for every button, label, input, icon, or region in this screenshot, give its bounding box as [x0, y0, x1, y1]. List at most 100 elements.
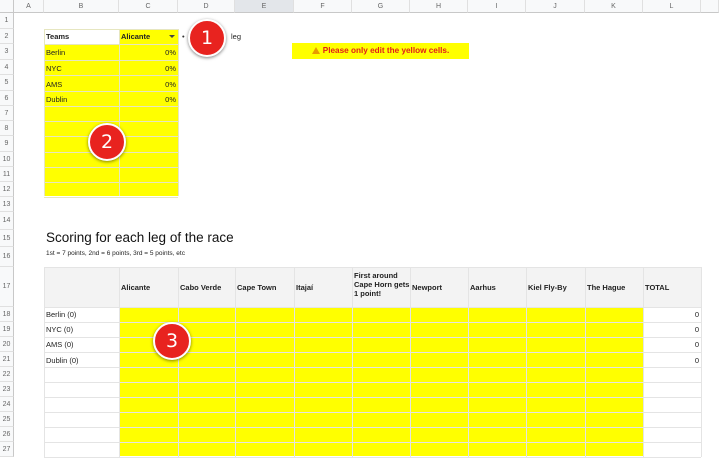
scoring-total: 0: [694, 340, 699, 349]
column-header-a[interactable]: A: [14, 0, 44, 13]
row-header[interactable]: 15: [0, 230, 14, 247]
grid-line: [44, 382, 701, 383]
row-header[interactable]: 24: [0, 397, 14, 412]
grid-line: [352, 267, 353, 457]
grid-line: [44, 182, 178, 183]
grid-line: [44, 44, 178, 45]
grid-line: [235, 267, 236, 457]
row-header[interactable]: 3: [0, 44, 14, 60]
row-header[interactable]: 9: [0, 136, 14, 152]
scoring-total: 0: [694, 310, 699, 319]
grid-line: [119, 29, 120, 196]
row-header[interactable]: 7: [0, 106, 14, 121]
callout-marker-3: 3: [153, 322, 191, 360]
teams-header: Teams: [46, 32, 70, 41]
row-header[interactable]: 18: [0, 307, 14, 322]
row-header[interactable]: 12: [0, 182, 14, 197]
grid-line: [643, 267, 644, 457]
grid-line: [44, 337, 701, 338]
grid-line: [44, 75, 178, 76]
row-header[interactable]: 26: [0, 427, 14, 442]
row-header[interactable]: 20: [0, 337, 14, 352]
grid-line: [44, 412, 701, 413]
column-header-e[interactable]: E: [235, 0, 294, 13]
scoring-header: Kiel Fly-By: [528, 283, 567, 292]
grid-line: [44, 322, 701, 323]
grid-line: [44, 106, 178, 107]
grid-line: [44, 307, 701, 308]
scoring-header: Aarhus: [470, 283, 496, 292]
row-header[interactable]: 14: [0, 212, 14, 230]
row-header[interactable]: 5: [0, 75, 14, 91]
row-header[interactable]: 1: [0, 13, 14, 29]
grid-line: [44, 367, 701, 368]
grid-line: [44, 167, 178, 168]
dropdown-arrow-icon[interactable]: [169, 35, 175, 38]
row-header[interactable]: 25: [0, 412, 14, 427]
scoring-team-name: Dublin (0): [46, 356, 79, 365]
grid-line: [701, 267, 702, 457]
scoring-header: TOTAL: [645, 283, 670, 292]
scoring-total: 0: [694, 325, 699, 334]
row-header[interactable]: 2: [0, 29, 14, 44]
team-name[interactable]: Dublin: [46, 95, 67, 104]
row-header[interactable]: 4: [0, 60, 14, 75]
section-title: Scoring for each leg of the race: [46, 230, 234, 245]
column-header-g[interactable]: G: [352, 0, 410, 13]
row-header[interactable]: 13: [0, 197, 14, 212]
row-header[interactable]: 23: [0, 382, 14, 397]
team-name[interactable]: AMS: [46, 80, 62, 89]
column-header-i[interactable]: I: [468, 0, 526, 13]
leg-label: leg: [231, 32, 242, 41]
grid-line: [44, 197, 178, 198]
scoring-team-name: NYC (0): [46, 325, 74, 334]
team-name[interactable]: Berlin: [46, 48, 65, 57]
column-header-c[interactable]: C: [119, 0, 178, 13]
row-header[interactable]: 17: [0, 267, 14, 307]
scoring-team-name: Berlin (0): [46, 310, 77, 319]
leg-label-suffix: •: [182, 32, 185, 41]
grid-line: [526, 267, 527, 457]
row-header[interactable]: 6: [0, 91, 14, 106]
row-header[interactable]: 11: [0, 167, 14, 182]
row-header[interactable]: 10: [0, 152, 14, 167]
column-header-f[interactable]: F: [294, 0, 352, 13]
grid-line: [44, 29, 178, 30]
grid-line: [44, 60, 178, 61]
row-header[interactable]: 27: [0, 442, 14, 457]
team-percent: 0%: [165, 64, 176, 73]
scoring-header: The Hague: [587, 283, 626, 292]
column-header-b[interactable]: B: [44, 0, 119, 13]
scoring-team-name: AMS (0): [46, 340, 74, 349]
column-header-d[interactable]: D: [178, 0, 235, 13]
column-header-m[interactable]: [701, 0, 719, 13]
grid-line: [294, 267, 295, 457]
grid-line: [44, 29, 45, 196]
leg-dropdown-value[interactable]: Alicante: [121, 32, 150, 41]
row-header[interactable]: 16: [0, 247, 14, 267]
grid-line: [44, 397, 701, 398]
column-header-h[interactable]: H: [410, 0, 468, 13]
team-name[interactable]: NYC: [46, 64, 62, 73]
scoring-header: Cape Town: [237, 283, 277, 292]
edit-notice-text: Please only edit the yellow cells.: [322, 46, 450, 55]
row-header[interactable]: 21: [0, 352, 14, 367]
grid-line: [44, 267, 701, 268]
row-header[interactable]: 19: [0, 322, 14, 337]
warning-icon: [311, 47, 320, 54]
scoring-header: Itajaí: [296, 283, 314, 292]
select-all-corner[interactable]: [0, 0, 14, 13]
row-header[interactable]: 22: [0, 367, 14, 382]
row-header[interactable]: 8: [0, 121, 14, 136]
edit-notice: Please only edit the yellow cells.: [292, 43, 469, 59]
column-header-k[interactable]: K: [585, 0, 643, 13]
column-header-j[interactable]: J: [526, 0, 585, 13]
grid-line: [44, 427, 701, 428]
team-percent: 0%: [165, 48, 176, 57]
column-header-l[interactable]: L: [643, 0, 701, 13]
scoring-header: Cabo Verde: [180, 283, 222, 292]
grid-line: [44, 121, 178, 122]
grid-line: [585, 267, 586, 457]
team-percent: 0%: [165, 95, 176, 104]
team-percent: 0%: [165, 80, 176, 89]
